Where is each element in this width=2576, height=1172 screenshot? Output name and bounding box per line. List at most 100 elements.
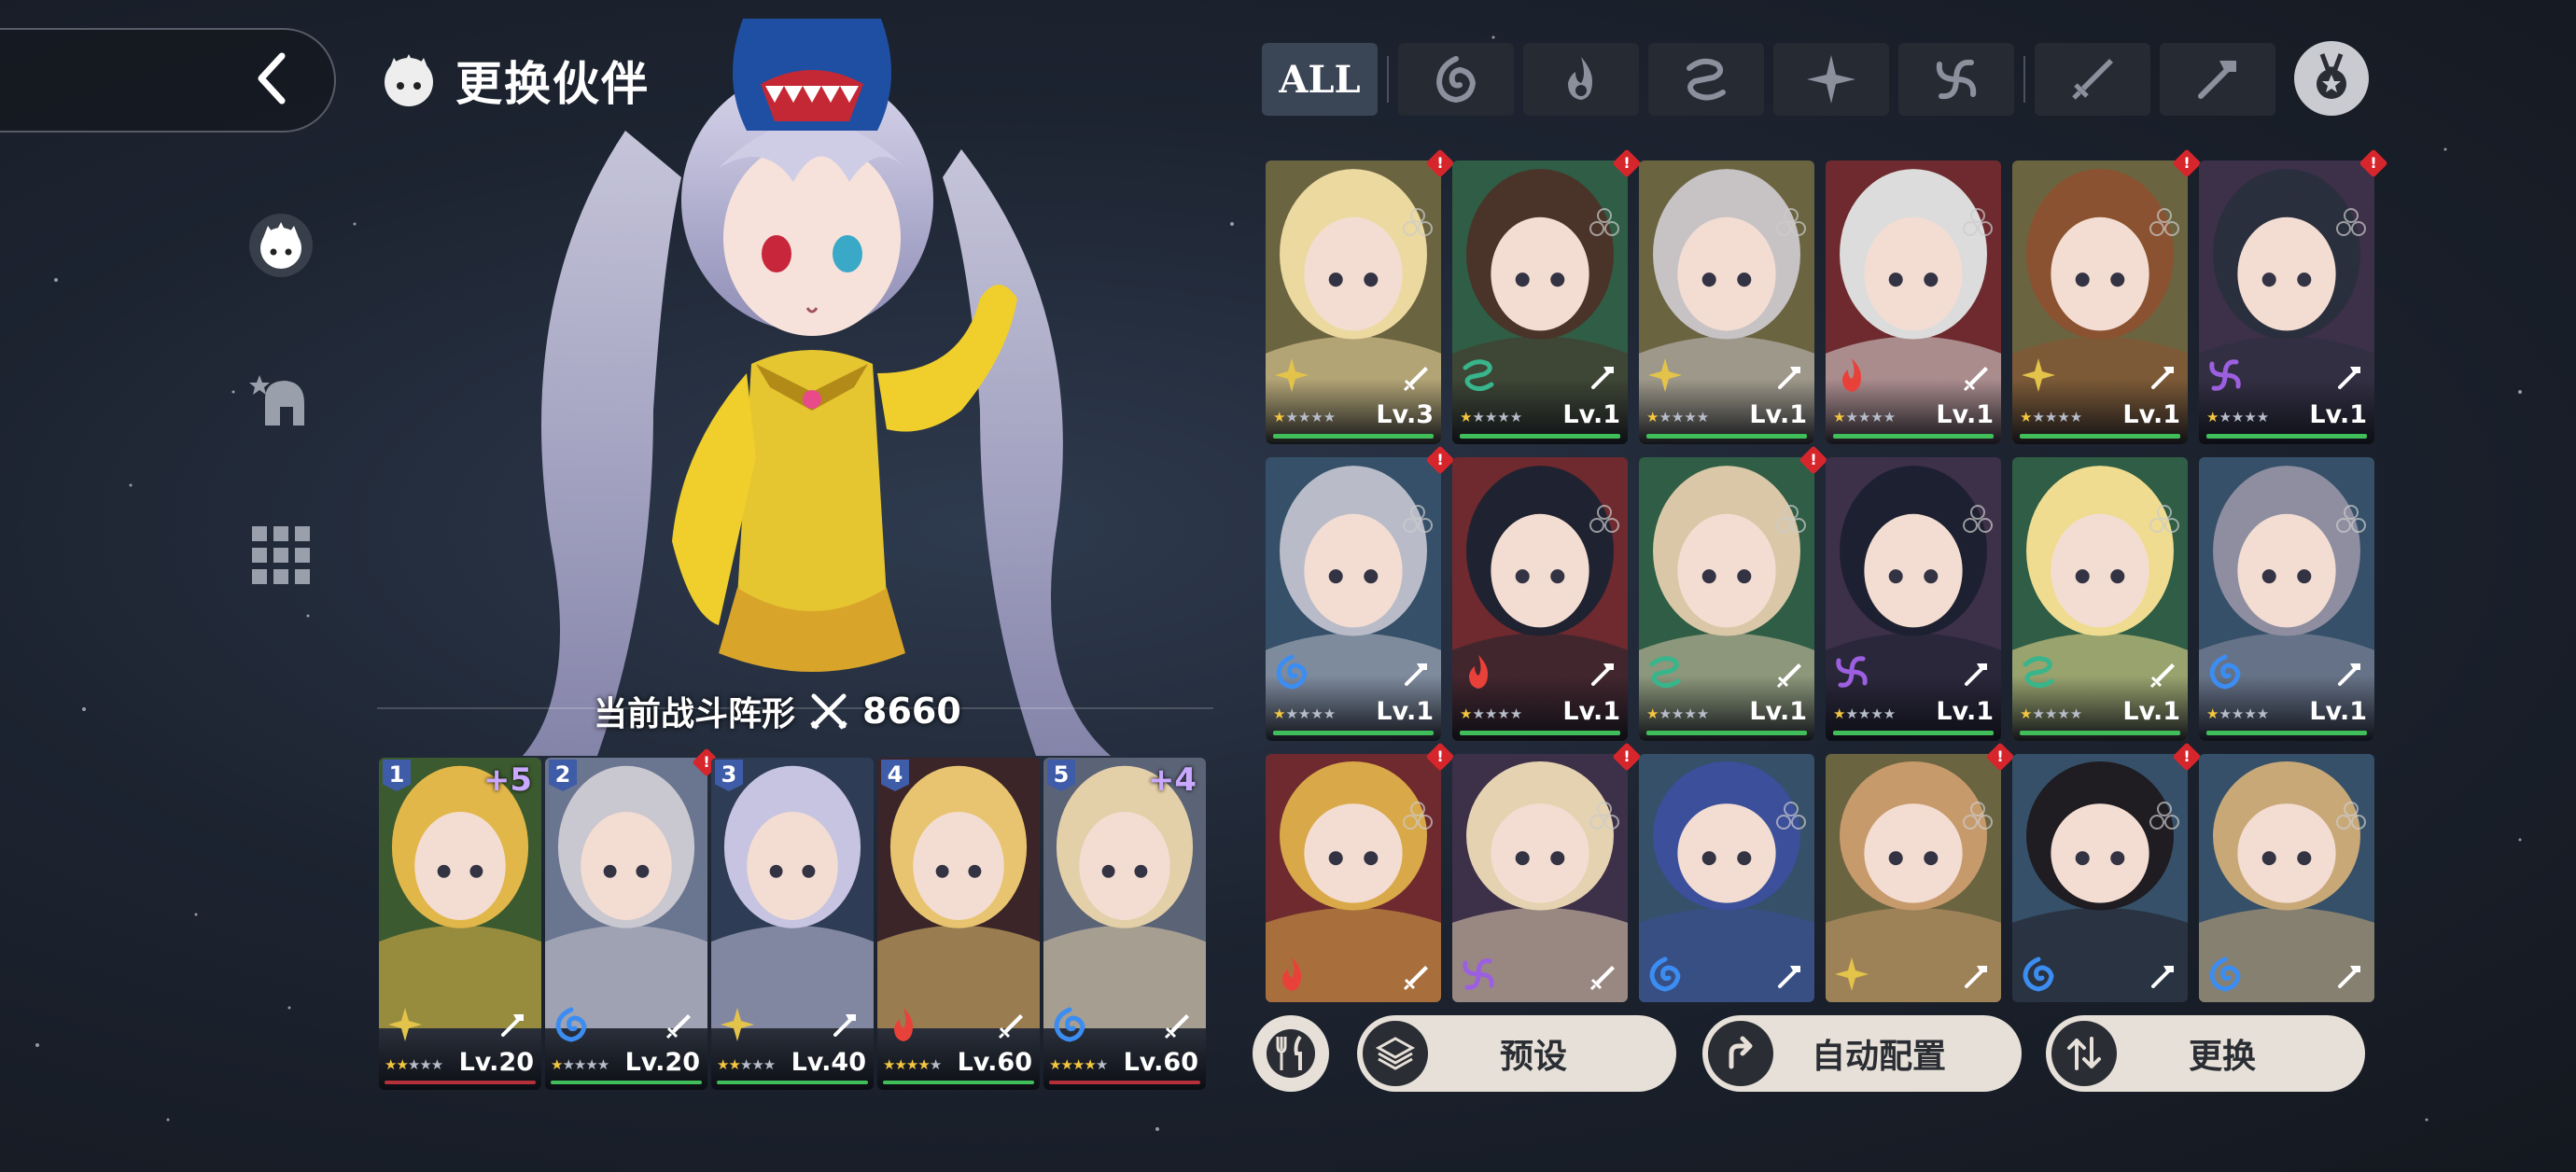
- hammer-role-icon: [1775, 364, 1801, 390]
- wind-element-icon: [1460, 356, 1497, 394]
- star-rating: ★★★★★: [1049, 1056, 1108, 1073]
- food-button[interactable]: [1253, 1015, 1329, 1092]
- preset-button[interactable]: 预设: [1357, 1015, 1676, 1092]
- preset-label: 预设: [1499, 1038, 1567, 1076]
- hammer-role-icon: [2149, 963, 2175, 989]
- team-slot-3[interactable]: 3 ★★★★★ Lv.40: [711, 758, 874, 1090]
- group-icon: [1962, 504, 1994, 536]
- fire-element-icon: [1568, 57, 1592, 100]
- sidenav-partners[interactable]: [245, 209, 317, 282]
- partner-card[interactable]: ★★★★★ Lv.1: [2199, 457, 2374, 741]
- hammer-role-icon: [2198, 61, 2236, 99]
- partner-head-icon: [249, 214, 313, 277]
- auto-assign-button[interactable]: 自动配置: [1702, 1015, 2022, 1092]
- card-status-bar: [2206, 434, 2367, 439]
- card-status-bar: [2020, 731, 2180, 735]
- slot-level: Lv.60: [957, 1048, 1032, 1077]
- partner-card[interactable]: ★★★★★ Lv.3: [1266, 160, 1441, 444]
- water-element-icon: [1435, 56, 1477, 104]
- partner-card[interactable]: [1266, 754, 1441, 1002]
- light-element-icon: [1273, 356, 1310, 394]
- partner-card[interactable]: ★★★★★ Lv.1: [1639, 160, 1814, 444]
- alert-badge: !: [1612, 148, 1642, 178]
- card-status-bar: [1646, 731, 1807, 735]
- partner-level: Lv.1: [1749, 697, 1807, 726]
- group-icon: [1402, 801, 1434, 832]
- tab-all[interactable]: ALL: [1262, 43, 1378, 116]
- partner-card[interactable]: ★★★★★ Lv.1: [2199, 160, 2374, 444]
- star-rating: ★★★★★: [1833, 409, 1897, 426]
- formation-info: 当前战斗阵形 8660: [594, 687, 961, 735]
- partner-level: Lv.3: [1376, 400, 1434, 429]
- tab-sword-role[interactable]: [2035, 43, 2150, 116]
- alert-badge: !: [1425, 742, 1455, 772]
- star-rating: ★★★★★: [551, 1056, 609, 1073]
- partner-card[interactable]: ★★★★★ Lv.1: [1266, 457, 1441, 741]
- partner-card[interactable]: [1639, 754, 1814, 1002]
- slot-status-bar: [551, 1081, 702, 1084]
- tab-separator: [1387, 56, 1389, 103]
- current-team: 1 +5 ★★★★★ Lv.20 2 ★★★★★ Lv.20! 3 ★★★★★ Lv.40 4 ★★★…: [379, 747, 1211, 1092]
- tab-water[interactable]: [1398, 43, 1514, 116]
- partner-card[interactable]: ★★★★★ Lv.1: [1452, 457, 1628, 741]
- slot-level: Lv.60: [1123, 1048, 1198, 1077]
- group-icon: [1962, 801, 1994, 832]
- alert-badge: !: [1425, 148, 1455, 178]
- wind-element-icon: [2020, 653, 2057, 691]
- team-portrait: [877, 758, 1040, 1028]
- tab-dark[interactable]: [1898, 43, 2014, 116]
- dark-element-icon: [1460, 956, 1497, 993]
- dark-element-icon: [1936, 59, 1977, 100]
- hammer-role-icon: [1589, 364, 1615, 390]
- group-icon: [2149, 801, 2180, 832]
- back-button[interactable]: [0, 28, 336, 133]
- card-status-bar: [1273, 731, 1434, 735]
- tab-fire[interactable]: [1523, 43, 1639, 116]
- star-rating: ★★★★★: [2206, 409, 2270, 426]
- tab-hammer-role[interactable]: [2160, 43, 2275, 116]
- sword-role-icon: [997, 1012, 1025, 1039]
- dark-element-icon: [1833, 653, 1870, 691]
- tab-wind[interactable]: [1648, 43, 1764, 116]
- light-element-icon: [1833, 956, 1870, 993]
- partner-card[interactable]: [1826, 754, 2001, 1002]
- sidenav-equipment[interactable]: [245, 366, 317, 439]
- slot-level: Lv.40: [791, 1048, 866, 1077]
- replace-button[interactable]: 更换: [2046, 1015, 2365, 1092]
- card-status-bar: [2020, 434, 2180, 439]
- sword-role-icon: [1775, 661, 1801, 689]
- hammer-role-icon: [2335, 661, 2361, 687]
- partner-card[interactable]: ★★★★★ Lv.1: [1639, 457, 1814, 741]
- star-rating: ★★★★★: [2020, 409, 2083, 426]
- group-icon: [2335, 207, 2367, 239]
- partner-level: Lv.1: [2122, 400, 2180, 429]
- partner-card[interactable]: [2012, 754, 2188, 1002]
- tab-light[interactable]: [1773, 43, 1889, 116]
- tab-medal[interactable]: [2294, 41, 2369, 116]
- team-slot-4[interactable]: 4 ★★★★★ Lv.60: [877, 758, 1040, 1090]
- team-slot-5[interactable]: 5 +4 ★★★★★ Lv.60: [1043, 758, 1206, 1090]
- hammer-role-icon: [2335, 364, 2361, 390]
- light-element-icon: [1807, 55, 1855, 104]
- partner-card[interactable]: ★★★★★ Lv.1: [1826, 457, 2001, 741]
- water-element-icon: [553, 1006, 590, 1043]
- team-slot-2[interactable]: 2 ★★★★★ Lv.20: [545, 758, 707, 1090]
- partner-card[interactable]: ★★★★★ Lv.1: [1826, 160, 2001, 444]
- group-icon: [1775, 504, 1807, 536]
- partner-level: Lv.1: [2309, 400, 2367, 429]
- alert-badge: !: [2172, 742, 2202, 772]
- partner-card[interactable]: ★★★★★ Lv.1: [2012, 160, 2188, 444]
- partner-card[interactable]: ★★★★★ Lv.1: [1452, 160, 1628, 444]
- partner-level: Lv.1: [2309, 697, 2367, 726]
- partner-card[interactable]: ★★★★★ Lv.1: [2012, 457, 2188, 741]
- sword-role-icon: [1402, 364, 1428, 392]
- group-icon: [1402, 207, 1434, 239]
- partner-card[interactable]: [1452, 754, 1628, 1002]
- sidenav-skill-grid[interactable]: [245, 519, 317, 592]
- sword-role-icon: [1163, 1012, 1191, 1039]
- team-slot-1[interactable]: 1 +5 ★★★★★ Lv.20: [379, 758, 541, 1090]
- partner-level: Lv.1: [1936, 400, 1994, 429]
- arrow-up-right-icon: [1708, 1021, 1773, 1086]
- partner-card[interactable]: [2199, 754, 2374, 1002]
- hammer-role-icon: [1589, 661, 1615, 687]
